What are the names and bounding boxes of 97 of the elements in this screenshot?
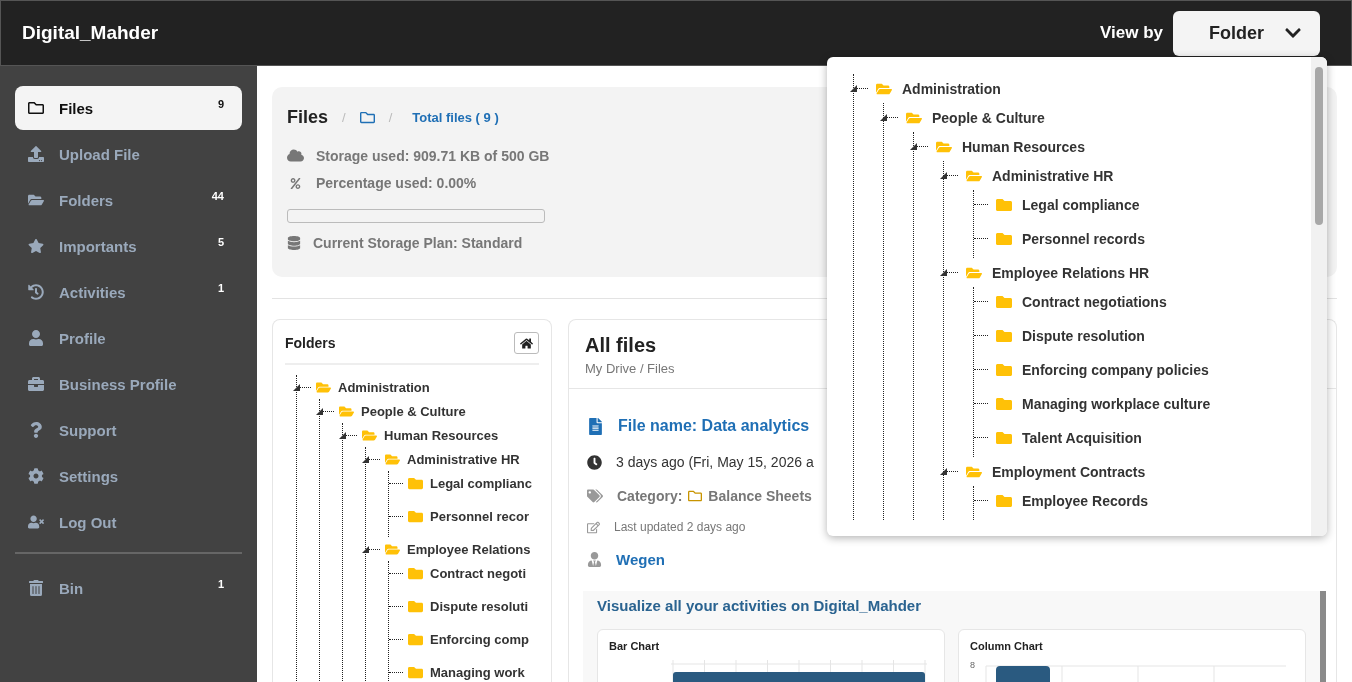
star-icon (27, 238, 45, 254)
category-label: Category: (617, 488, 683, 504)
sidebar-item[interactable]: Folders 44 (15, 178, 242, 222)
document-icon (587, 417, 604, 435)
file-name[interactable]: File name: Data analytics (618, 417, 810, 435)
folder-name[interactable]: Personnel records (1022, 230, 1145, 247)
folder-name[interactable]: Managing work (430, 664, 525, 680)
count-label: 5 (217, 236, 224, 248)
folder-name[interactable]: Personnel recor (430, 508, 529, 524)
folder-name[interactable]: Administration (902, 80, 1001, 97)
folder-name[interactable]: Dispute resolution (1022, 327, 1145, 344)
folder-name[interactable]: People & Culture (932, 109, 1045, 126)
folder-name[interactable]: Administrative HR (407, 451, 520, 467)
expanded-caret-icon[interactable] (850, 85, 857, 92)
folder-name[interactable]: Enforcing comp (430, 631, 529, 647)
history-icon (27, 284, 45, 300)
count-label: 44 (211, 190, 224, 202)
scrollbar[interactable] (1311, 57, 1327, 536)
settings-icon (27, 468, 45, 484)
sidebar-item[interactable]: Profile (15, 316, 242, 360)
chart-title: Bar Chart (609, 640, 661, 652)
breadcrumb-separator: / (388, 110, 393, 125)
home-button[interactable] (514, 332, 539, 354)
expanded-caret-icon[interactable] (293, 383, 300, 391)
storage-used-text: Storage used: 909.71 KB of 500 GB (316, 147, 550, 164)
sidebar-item[interactable]: Files 9 (15, 86, 242, 130)
folder-name[interactable]: Contract negoti (430, 565, 527, 581)
trash-icon (27, 580, 45, 596)
folder-name[interactable]: Legal complianc (430, 475, 532, 491)
user-icon (587, 551, 602, 567)
section-title: Visualize all your activities on Digital_Mahder (597, 597, 921, 614)
sidebar-item[interactable]: Upload File (15, 132, 242, 176)
expanded-caret-icon[interactable] (339, 431, 346, 439)
chart-title: Column Chart (970, 640, 1044, 652)
owner-link[interactable]: Wegen (616, 550, 665, 568)
sidebar-item[interactable]: Log Out (15, 500, 242, 544)
tag-icon (587, 488, 603, 504)
edit-icon (587, 520, 600, 534)
sidebar-item[interactable]: Bin 1 (15, 566, 242, 610)
percent-icon (290, 177, 301, 189)
storage-plan-text: Current Storage Plan: Standard (313, 235, 523, 252)
folder-icon (688, 489, 703, 503)
folder-name[interactable]: People & Culture (361, 403, 466, 419)
expanded-caret-icon[interactable] (362, 545, 369, 553)
folder-name[interactable]: Managing workplace culture (1022, 395, 1211, 412)
count-label: 1 (217, 578, 224, 590)
folder-name[interactable]: Talent Acquisition (1022, 429, 1142, 446)
folder-name[interactable]: Human Resources (384, 427, 499, 443)
panel-title: All files (585, 334, 657, 357)
view-by-dropdown[interactable]: Folder (1173, 10, 1320, 56)
breadcrumb: My Drive / Files (585, 361, 675, 376)
briefcase-icon (27, 376, 45, 392)
home-icon (520, 336, 533, 350)
folder-name[interactable]: Administration (338, 379, 430, 395)
folder-name[interactable]: Employee Records (1022, 492, 1149, 509)
database-icon (287, 236, 301, 251)
folder-name[interactable]: Human Resources (962, 138, 1085, 155)
upload-icon (27, 146, 45, 162)
category-name: Balance Sheets (708, 488, 812, 504)
breadcrumb-separator: / (342, 110, 346, 125)
user-icon (27, 330, 45, 346)
sidebar-item[interactable]: Business Profile (15, 362, 242, 406)
folder-name[interactable]: Administrative HR (992, 167, 1114, 184)
page-title: Files (287, 107, 329, 128)
panel-title: Folders (285, 335, 336, 351)
app-logo-text[interactable]: Digital_Mahder (22, 22, 159, 44)
last-updated-text: Last updated 2 days ago (614, 520, 746, 534)
folder-name[interactable]: Enforcing company policies (1022, 361, 1209, 378)
clock-icon (587, 454, 602, 470)
folder-icon (27, 100, 45, 116)
sidebar-item[interactable]: Importants 5 (15, 224, 242, 268)
sidebar-item[interactable]: Activities 1 (15, 270, 242, 314)
expanded-caret-icon[interactable] (940, 468, 947, 475)
view-by-label: View by (1100, 23, 1163, 43)
expanded-caret-icon[interactable] (316, 407, 323, 415)
folder-name[interactable]: Dispute resoluti (430, 598, 529, 614)
folder-icon[interactable] (359, 110, 375, 125)
expanded-caret-icon[interactable] (940, 172, 947, 179)
count-label: 1 (217, 282, 224, 294)
folder-name[interactable]: Contract negotiations (1022, 293, 1167, 310)
count-label: 9 (217, 98, 224, 110)
expanded-caret-icon[interactable] (362, 455, 369, 463)
percentage-used-text: Percentage used: 0.00% (316, 175, 477, 192)
total-files-link[interactable]: Total files ( 9 ) (412, 110, 499, 125)
user-remove-icon (27, 514, 45, 530)
folder-name[interactable]: Employment Contracts (992, 463, 1146, 480)
expanded-caret-icon[interactable] (910, 143, 917, 150)
sidebar-item[interactable]: Support (15, 408, 242, 452)
axis-tick-label: 8 (970, 660, 975, 670)
folder-name[interactable]: Employee Relations HR (992, 264, 1150, 281)
expanded-caret-icon[interactable] (940, 269, 947, 276)
sidebar-item[interactable]: Settings (15, 454, 242, 498)
file-date: 3 days ago (Fri, May 15, 2026 a (616, 454, 814, 470)
folder-name[interactable]: Employee Relations (407, 541, 531, 557)
expanded-caret-icon[interactable] (880, 114, 887, 121)
folder-icon (27, 192, 45, 208)
folder-name[interactable]: Legal compliance (1022, 196, 1140, 213)
